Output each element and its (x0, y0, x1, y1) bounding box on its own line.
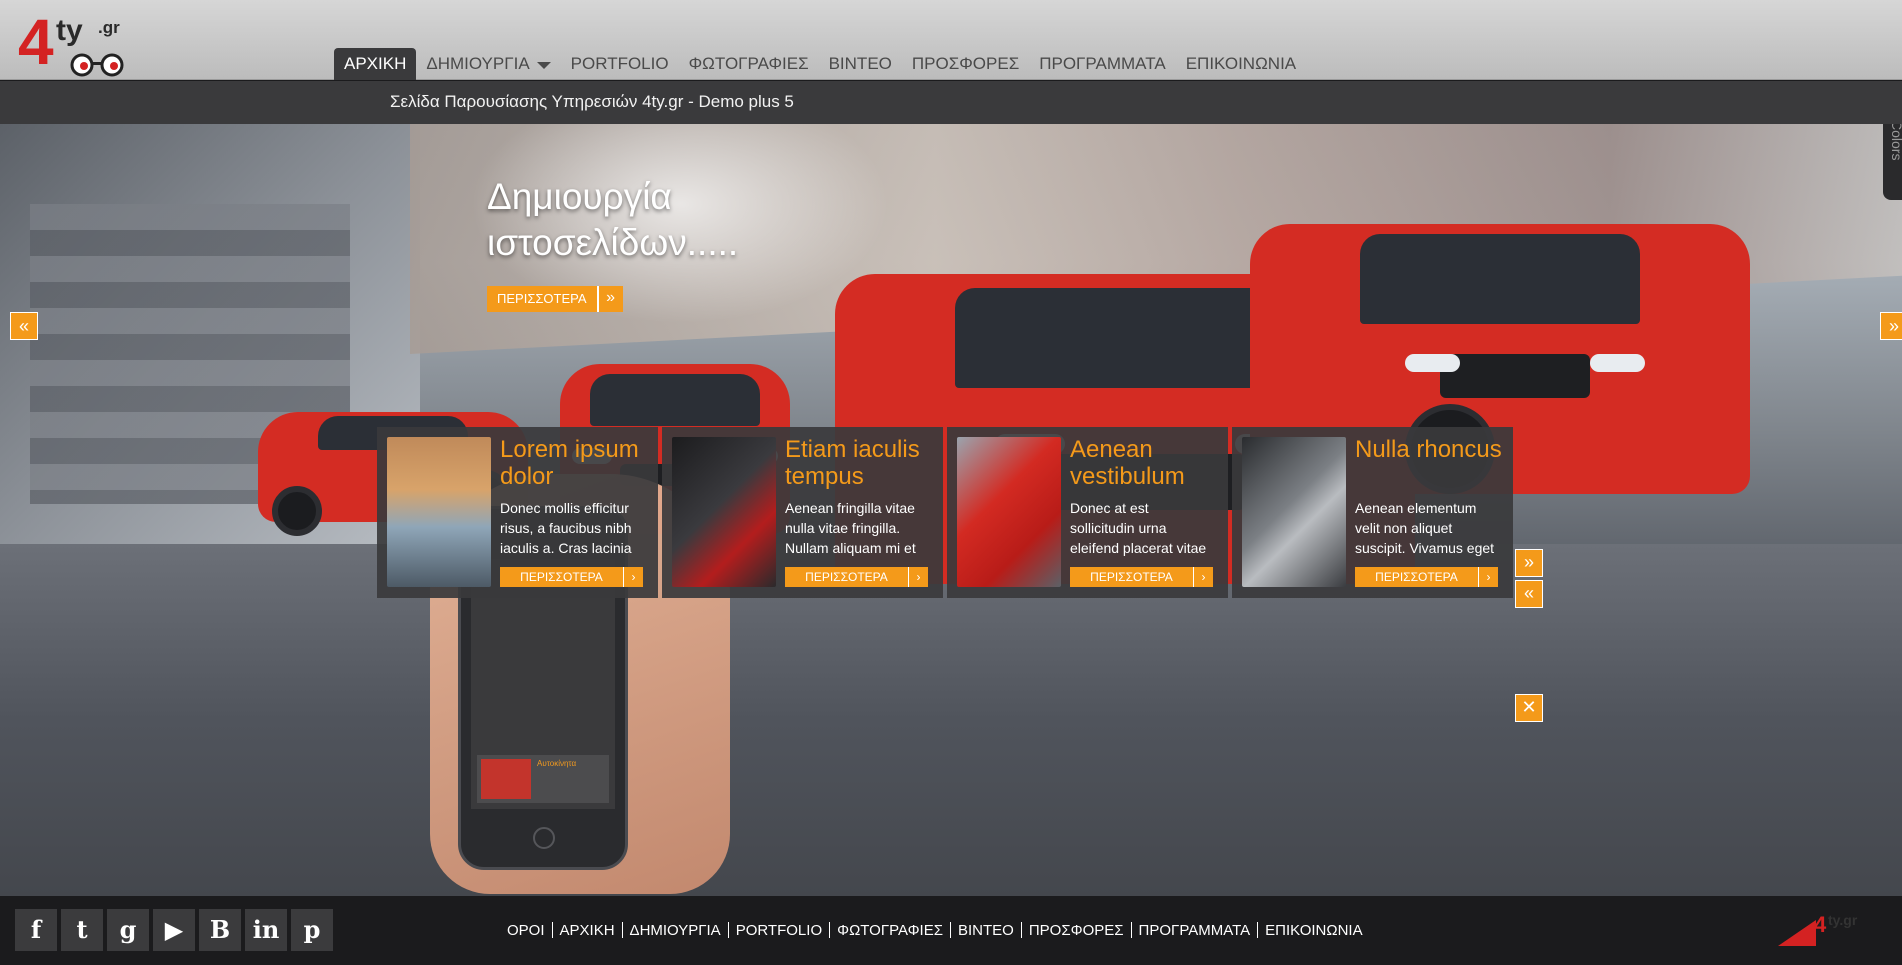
side-panel-tab[interactable]: Colors (1883, 124, 1902, 200)
hero-title-line1: Δημιουργία (487, 176, 672, 217)
nav-item-label: ΔΗΜΙΟΥΡΓΙΑ (426, 54, 530, 73)
phone-mini-card: Αυτοκίνητα (477, 755, 609, 803)
card-more-button[interactable]: ΠΕΡΙΣΣΟΤΕΡΑ › (785, 567, 928, 587)
footer-brand-text: ty.gr (1828, 912, 1858, 928)
hero-title: Δημιουργία ιστοσελίδων..... (487, 174, 807, 266)
footer-link[interactable]: PORTFOLIO (729, 922, 829, 939)
chevron-right-icon: › (908, 567, 928, 587)
card-more-button[interactable]: ΠΕΡΙΣΣΟΤΕΡΑ › (500, 567, 643, 587)
footer-brand-logo[interactable]: 4 ty.gr (1778, 908, 1858, 948)
footer-link[interactable]: ΟΡΟΙ (500, 922, 552, 939)
chevron-right-icon: › (1193, 567, 1213, 587)
card-title[interactable]: Nulla rhoncus (1355, 436, 1505, 463)
nav-item-label: ΦΩΤΟΓΡΑΦΙΕΣ (688, 54, 809, 73)
pinterest-icon[interactable]: p (291, 909, 333, 951)
site-header: 4 ty .gr ΑΡΧΙΚΗ ΔΗΜΙΟΥΡΓΙΑ PORTFOLIO ΦΩΤΟΓΡ… (0, 0, 1902, 80)
nav-item-7[interactable]: ΕΠΙΚΟΙΝΩΝΙΑ (1176, 48, 1306, 80)
nav-item-label: ΕΠΙΚΟΙΝΩΝΙΑ (1185, 54, 1297, 73)
nav-item-5[interactable]: ΠΡΟΣΦΟΡΕΣ (902, 48, 1029, 80)
double-chevron-right-icon: » (1888, 316, 1899, 336)
footer-brand-triangle (1778, 920, 1816, 946)
card-text: Donec mollis efficitur risus, a faucibus… (500, 500, 632, 556)
google-icon[interactable]: g (107, 909, 149, 951)
card-thumbnail[interactable] (672, 437, 776, 587)
linkedin-icon[interactable]: in (245, 909, 287, 951)
footer-link[interactable]: ΑΡΧΙΚΗ (553, 922, 622, 939)
logo-text: ty (56, 14, 83, 47)
nav-item-label: ΠΡΟΣΦΟΡΕΣ (911, 54, 1020, 73)
feature-card[interactable]: Etiam iaculis tempus Aenean fringilla vit… (662, 427, 943, 598)
subtitle-bar: Σελίδα Παρουσίασης Υπηρεσιών 4ty.gr - De… (0, 81, 1902, 124)
card-text: Aenean elementum velit non aliquet susci… (1355, 500, 1495, 556)
glasses-icon (70, 53, 124, 77)
hero-next-arrow[interactable]: » (1880, 312, 1902, 340)
nav-item-4[interactable]: ΒΙΝΤΕΟ (819, 48, 902, 80)
card-more-label: ΠΕΡΙΣΣΟΤΕΡΑ (1355, 567, 1478, 587)
side-panel-tab-text: Colors (1889, 124, 1902, 161)
card-thumbnail[interactable] (387, 437, 491, 587)
cards-next-button[interactable]: » (1515, 549, 1543, 577)
footer-brand-digit: 4 (1814, 912, 1827, 937)
chevron-right-icon: › (1478, 567, 1498, 587)
nav-item-3[interactable]: ΦΩΤΟΓΡΑΦΙΕΣ (679, 48, 819, 80)
card-more-button[interactable]: ΠΕΡΙΣΣΟΤΕΡΑ › (1070, 567, 1213, 587)
hero-title-line2: ιστοσελίδων..... (487, 222, 739, 263)
main-nav: ΑΡΧΙΚΗ ΔΗΜΙΟΥΡΓΙΑ PORTFOLIO ΦΩΤΟΓΡΑΦΙΕΣ ΒΙΝΤ… (334, 48, 1306, 80)
card-text: Donec at est sollicitudin urna eleifend … (1070, 500, 1207, 556)
footer-link[interactable]: ΒΙΝΤΕΟ (951, 922, 1021, 939)
double-chevron-left-icon: « (1523, 583, 1534, 603)
footer-links: ΟΡΟΙ ΑΡΧΙΚΗ ΔΗΜΙΟΥΡΓΙΑ PORTFOLIO ΦΩΤΟΓΡΑΦΙΕΣ… (500, 920, 1370, 940)
double-chevron-right-icon: » (596, 286, 623, 312)
nav-item-1[interactable]: ΔΗΜΙΟΥΡΓΙΑ (416, 48, 560, 80)
card-title[interactable]: Etiam iaculis tempus (785, 436, 935, 490)
double-chevron-left-icon: « (18, 316, 29, 336)
logo-digit: 4 (18, 6, 54, 78)
nav-item-2[interactable]: PORTFOLIO (561, 48, 679, 80)
facebook-icon[interactable]: f (15, 909, 57, 951)
logo-tld: .gr (98, 18, 120, 37)
footer-link[interactable]: ΠΡΟΓΡΑΜΜΑΤΑ (1132, 922, 1258, 939)
footer-link[interactable]: ΕΠΙΚΟΙΝΩΝΙΑ (1258, 922, 1369, 939)
nav-item-6[interactable]: ΠΡΟΓΡΑΜΜΑΤΑ (1029, 48, 1175, 80)
card-more-label: ΠΕΡΙΣΣΟΤΕΡΑ (785, 567, 908, 587)
nav-item-label: PORTFOLIO (570, 54, 669, 73)
nav-item-0[interactable]: ΑΡΧΙΚΗ (334, 48, 417, 80)
phone-mini-title: Αυτοκίνητα (537, 759, 577, 768)
feature-card[interactable]: Nulla rhoncus Aenean elementum velit non … (1232, 427, 1513, 598)
phone-home-button (533, 827, 555, 849)
card-title[interactable]: Aenean vestibulum (1070, 436, 1220, 490)
site-logo[interactable]: 4 ty .gr (18, 6, 128, 78)
card-title[interactable]: Lorem ipsum dolor (500, 436, 650, 490)
card-more-label: ΠΕΡΙΣΣΟΤΕΡΑ (1070, 567, 1193, 587)
card-more-label: ΠΕΡΙΣΣΟΤΕΡΑ (500, 567, 623, 587)
nav-item-label: ΠΡΟΓΡΑΜΜΑΤΑ (1039, 54, 1166, 73)
social-links: f t g ▶ Bin p (15, 909, 333, 951)
chevron-right-icon: › (623, 567, 643, 587)
close-icon: ✕ (1521, 697, 1537, 717)
youtube-icon[interactable]: ▶ (153, 909, 195, 951)
footer-link[interactable]: ΔΗΜΙΟΥΡΓΙΑ (623, 922, 728, 939)
card-thumbnail[interactable] (957, 437, 1061, 587)
caret-down-icon (536, 61, 551, 69)
card-thumbnail[interactable] (1242, 437, 1346, 587)
hero-more-button[interactable]: ΠΕΡΙΣΣΟΤΕΡΑ » (487, 286, 623, 312)
hero-more-label: ΠΕΡΙΣΣΟΤΕΡΑ (487, 286, 597, 312)
nav-item-label: ΒΙΝΤΕΟ (828, 54, 892, 73)
nav-item-label: ΑΡΧΙΚΗ (344, 54, 407, 73)
cards-close-button[interactable]: ✕ (1515, 694, 1543, 722)
cards-prev-button[interactable]: « (1515, 580, 1543, 608)
double-chevron-right-icon: » (1523, 552, 1534, 572)
twitter-icon[interactable]: t (61, 909, 103, 951)
feature-cards: Lorem ipsum dolor Donec mollis efficitur … (377, 427, 1513, 598)
site-subtitle: Σελίδα Παρουσίασης Υπηρεσιών 4ty.gr - De… (390, 92, 794, 111)
feature-card[interactable]: Aenean vestibulum Donec at est sollicitud… (947, 427, 1228, 598)
card-text: Aenean fringilla vitae nulla vitae fring… (785, 500, 916, 556)
car-wheel (272, 486, 322, 536)
card-more-button[interactable]: ΠΕΡΙΣΣΟΤΕΡΑ › (1355, 567, 1498, 587)
feature-card[interactable]: Lorem ipsum dolor Donec mollis efficitur … (377, 427, 658, 598)
blogger-icon[interactable]: B (199, 909, 241, 951)
hero-prev-arrow[interactable]: « (10, 312, 38, 340)
footer-link[interactable]: ΠΡΟΣΦΟΡΕΣ (1022, 922, 1131, 939)
footer-link[interactable]: ΦΩΤΟΓΡΑΦΙΕΣ (830, 922, 950, 939)
